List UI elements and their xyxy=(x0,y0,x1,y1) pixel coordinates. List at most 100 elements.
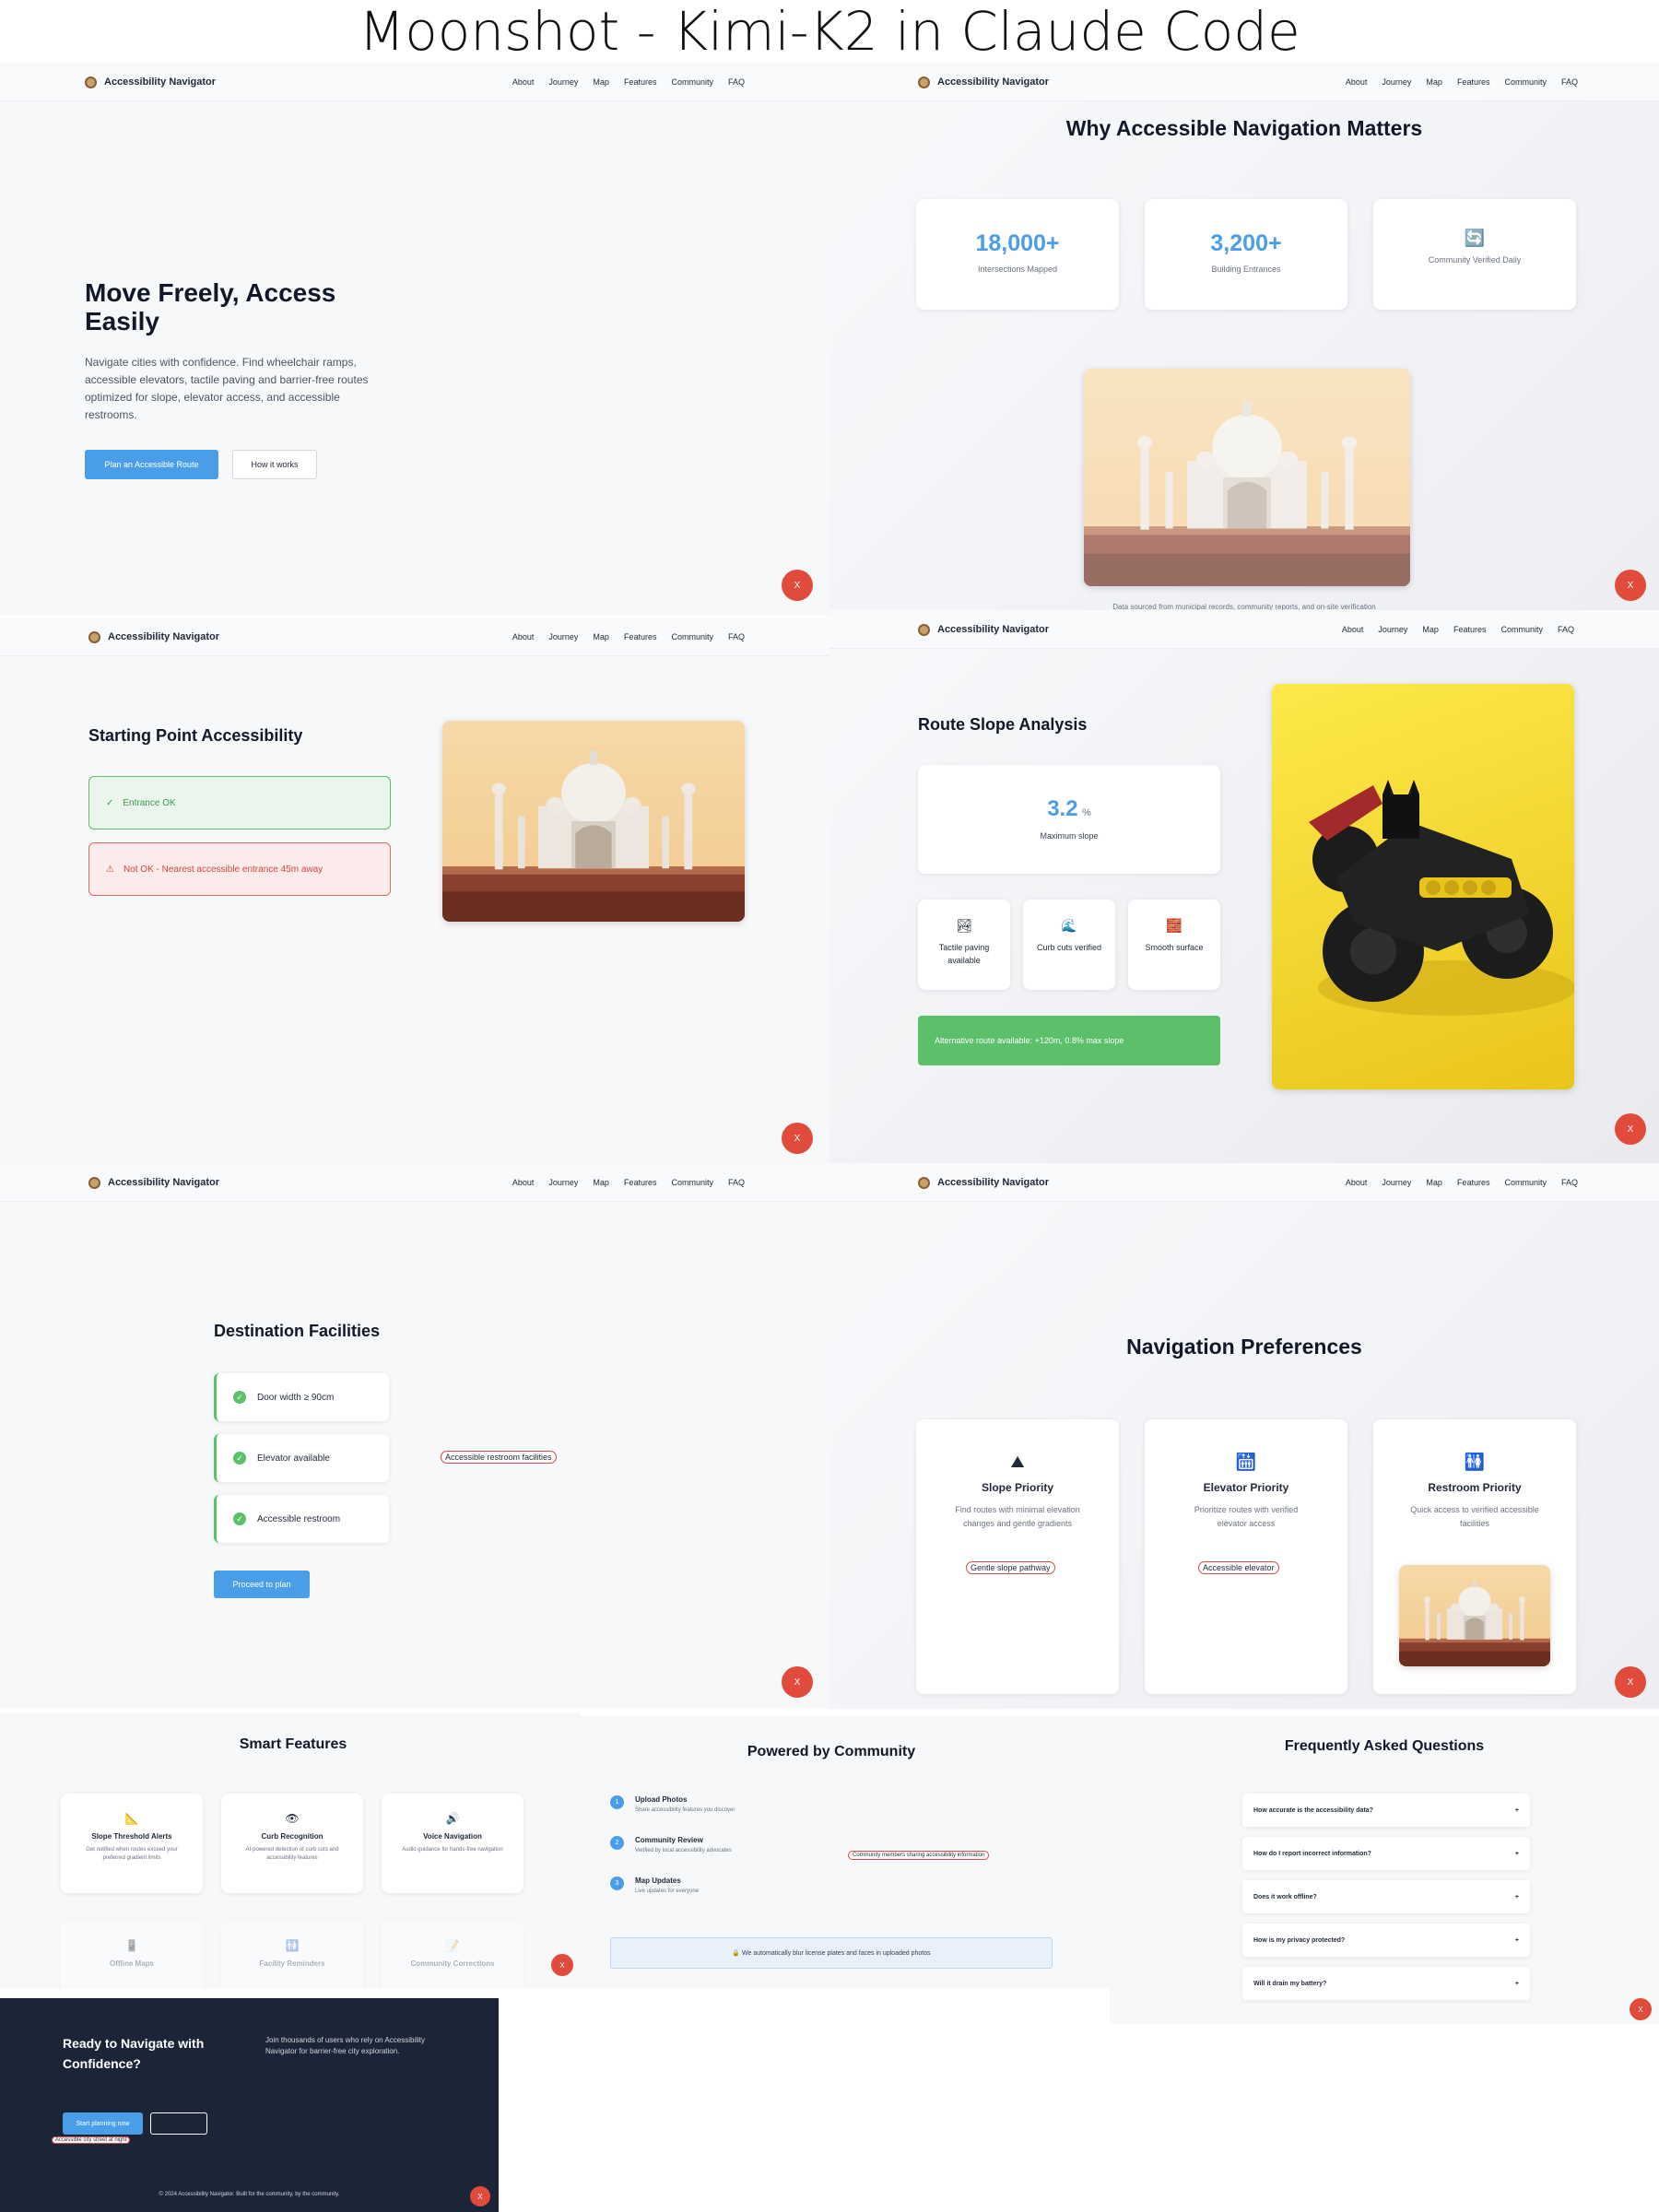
hero-text: Navigate cities with confidence. Find wh… xyxy=(85,356,369,421)
faq-question: Will it drain my battery? xyxy=(1253,1980,1327,1987)
nav-journey[interactable]: Journey xyxy=(548,77,578,87)
slope-value-card: 3.2 % Maximum slope xyxy=(918,765,1220,874)
close-button[interactable]: X xyxy=(1615,570,1646,601)
brand[interactable]: Accessibility Navigator xyxy=(88,1163,219,1202)
nav-faq[interactable]: FAQ xyxy=(1558,625,1574,634)
taj-mahal-image xyxy=(1399,1565,1550,1666)
proceed-button[interactable]: Proceed to plan xyxy=(214,1571,310,1598)
nav-community[interactable]: Community xyxy=(671,1178,713,1187)
step-number: 2 xyxy=(610,1836,624,1850)
nav-map[interactable]: Map xyxy=(1422,625,1439,634)
close-button[interactable]: X xyxy=(1615,1666,1646,1698)
toy-vehicle-image xyxy=(1272,684,1574,1089)
nav-journey[interactable]: Journey xyxy=(548,632,578,641)
nav-features[interactable]: Features xyxy=(624,77,657,87)
feature-card: 👁 Curb Recognition AI-powered detection … xyxy=(221,1794,363,1893)
card-title: Offline Maps xyxy=(109,1959,154,1968)
nav-journey[interactable]: Journey xyxy=(548,1178,578,1187)
nav-journey[interactable]: Journey xyxy=(1382,77,1411,87)
nav-faq[interactable]: FAQ xyxy=(728,77,745,87)
nav-community[interactable]: Community xyxy=(1500,625,1543,634)
brand[interactable]: Accessibility Navigator xyxy=(918,63,1049,101)
nav-journey[interactable]: Journey xyxy=(1382,1178,1411,1187)
nav-links: About Journey Map Features Community FAQ xyxy=(512,618,745,656)
stat-card: 🔄 Community Verified Daily xyxy=(1373,199,1576,310)
close-button[interactable]: X xyxy=(1630,1998,1652,2020)
close-button[interactable]: X xyxy=(470,2186,490,2206)
nav-about[interactable]: About xyxy=(512,632,535,641)
brand[interactable]: Accessibility Navigator xyxy=(85,63,216,101)
nav-features[interactable]: Features xyxy=(1457,1178,1490,1187)
how-it-works-button[interactable]: How it works xyxy=(232,450,317,479)
compass-logo-icon xyxy=(918,1176,930,1189)
brand-name: Accessibility Navigator xyxy=(937,1177,1050,1188)
brand[interactable]: Accessibility Navigator xyxy=(918,610,1049,649)
nav-community[interactable]: Community xyxy=(671,632,713,641)
nav-about[interactable]: About xyxy=(1346,1178,1368,1187)
why-panel: Accessibility Navigator About Journey Map F… xyxy=(830,63,1659,610)
restroom-icon: 🚻 xyxy=(285,1939,300,1952)
faq-item[interactable]: Will it drain my battery? + xyxy=(1242,1967,1530,2000)
nav-map[interactable]: Map xyxy=(1426,77,1442,87)
cta-heading: Ready to Navigate with Confidence? xyxy=(63,2036,205,2071)
brand[interactable]: Accessibility Navigator xyxy=(918,1163,1049,1202)
nav-journey[interactable]: Journey xyxy=(1378,625,1407,634)
nav-faq[interactable]: FAQ xyxy=(1561,77,1578,87)
taj-mahal-image xyxy=(442,721,745,922)
broken-image-restroom: Accessible restroom facilities xyxy=(441,1451,557,1464)
nav-features[interactable]: Features xyxy=(1457,77,1490,87)
check-circle-icon: ✓ xyxy=(233,1391,246,1404)
nav-features[interactable]: Features xyxy=(624,632,657,641)
community-step: 2 Community Review Verified by local acce… xyxy=(610,1836,732,1853)
card-text: Quick access to verified accessible faci… xyxy=(1410,1505,1539,1528)
nav-map[interactable]: Map xyxy=(593,632,609,641)
faq-item[interactable]: Does it work offline? + xyxy=(1242,1880,1530,1913)
plan-route-button[interactable]: Plan an Accessible Route xyxy=(85,450,218,479)
faq-item[interactable]: How is my privacy protected? + xyxy=(1242,1924,1530,1957)
preference-card-elevator[interactable]: 🛗 Elevator Priority Prioritize routes wi… xyxy=(1145,1419,1347,1694)
faq-item[interactable]: How do I report incorrect information? + xyxy=(1242,1837,1530,1870)
start-heading: Starting Point Accessibility xyxy=(88,726,303,745)
close-button[interactable]: X xyxy=(1615,1113,1646,1145)
nav-about[interactable]: About xyxy=(1346,77,1368,87)
route-slope-panel: Accessibility Navigator About Journey Map F… xyxy=(830,610,1659,1163)
brick-icon: 🧱 xyxy=(1166,918,1182,933)
navbar: Accessibility Navigator About Journey Map F… xyxy=(0,1163,830,1202)
stat-value: 3,200+ xyxy=(1210,230,1282,256)
hero-heading: Move Freely, Access Easily xyxy=(85,278,336,335)
nav-features[interactable]: Features xyxy=(624,1178,657,1187)
nav-map[interactable]: Map xyxy=(593,1178,609,1187)
start-planning-button[interactable]: Start planning now xyxy=(63,2112,143,2135)
nav-about[interactable]: About xyxy=(512,1178,535,1187)
card-title: Voice Navigation xyxy=(423,1832,482,1841)
restroom-icon: 🚻 xyxy=(1464,1453,1486,1471)
nav-faq[interactable]: FAQ xyxy=(1561,1178,1578,1187)
nav-community[interactable]: Community xyxy=(1504,1178,1547,1187)
taj-mahal-image xyxy=(1084,369,1410,586)
nav-about[interactable]: About xyxy=(1342,625,1364,634)
entrance-warning-status: ⚠ Not OK - Nearest accessible entrance 45… xyxy=(88,842,391,896)
brand[interactable]: Accessibility Navigator xyxy=(88,618,219,656)
nav-community[interactable]: Community xyxy=(671,77,713,87)
nav-features[interactable]: Features xyxy=(1453,625,1487,634)
faq-item[interactable]: How accurate is the accessibility data? + xyxy=(1242,1794,1530,1827)
close-button[interactable]: X xyxy=(782,1666,813,1698)
nav-about[interactable]: About xyxy=(512,77,535,87)
facility-label: Accessible restroom xyxy=(257,1513,341,1524)
nav-map[interactable]: Map xyxy=(593,77,609,87)
nav-map[interactable]: Map xyxy=(1426,1178,1442,1187)
secondary-button[interactable] xyxy=(150,2112,207,2135)
close-button[interactable]: X xyxy=(782,1123,813,1154)
close-button[interactable]: X xyxy=(782,570,813,601)
nav-links: About Journey Map Features Community FAQ xyxy=(512,1163,745,1202)
preference-card-restroom[interactable]: 🚻 Restroom Priority Quick access to veri… xyxy=(1373,1419,1576,1694)
check-circle-icon: ✓ xyxy=(233,1512,246,1525)
nav-faq[interactable]: FAQ xyxy=(728,1178,745,1187)
close-button[interactable]: X xyxy=(551,1954,573,1976)
preference-card-slope[interactable]: ⛰ Slope Priority Find routes with minima… xyxy=(916,1419,1119,1694)
nav-community[interactable]: Community xyxy=(1504,77,1547,87)
compass-logo-icon xyxy=(918,76,930,88)
card-title: Facility Reminders xyxy=(259,1959,325,1968)
alternative-route-banner[interactable]: Alternative route available: +120m, 0.8%… xyxy=(918,1016,1220,1065)
nav-faq[interactable]: FAQ xyxy=(728,632,745,641)
